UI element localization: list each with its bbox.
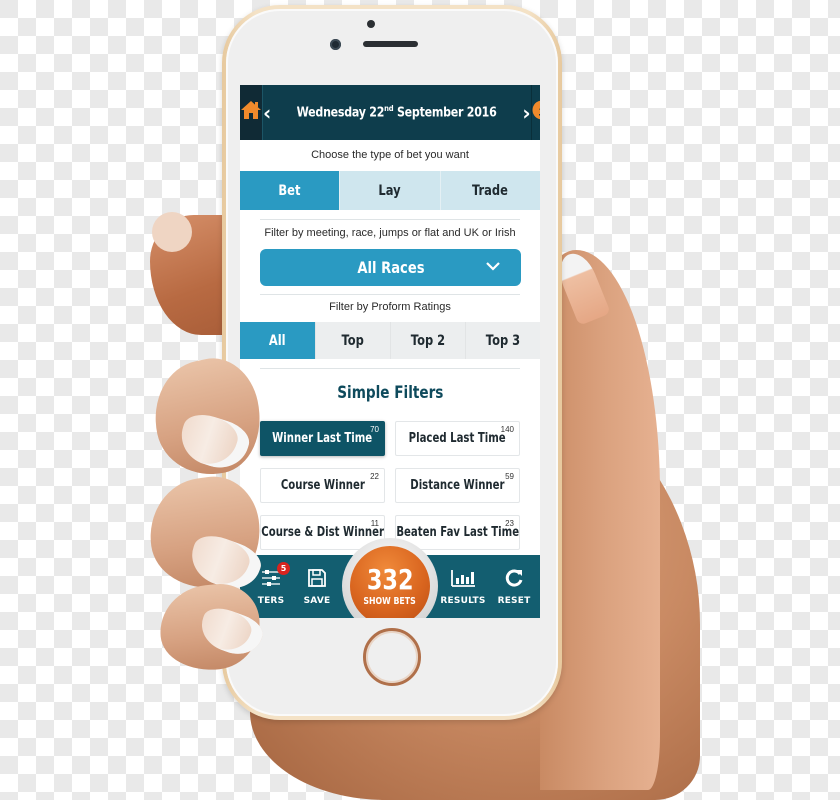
divider: [260, 368, 520, 369]
save-label: SAVE: [304, 596, 331, 606]
tab-trade[interactable]: Trade: [440, 171, 540, 210]
save-button[interactable]: SAVE: [298, 555, 336, 618]
tab-trade-label: Trade: [472, 183, 508, 199]
tab-lay[interactable]: Lay: [339, 171, 439, 210]
tab-bet-label: Bet: [279, 183, 301, 199]
tab-rating-top-3-label: Top 3: [486, 333, 520, 349]
date-month-year: September 2016: [397, 106, 497, 121]
date-suffix: nd: [384, 104, 393, 113]
filter-label: Distance Winner: [410, 478, 504, 493]
reset-button[interactable]: RESET: [492, 555, 536, 618]
race-filter-caption: Filter by meeting, race, jumps or flat a…: [240, 227, 540, 239]
filter-placed-last-time[interactable]: Placed Last Time 140: [395, 421, 520, 456]
divider: [260, 219, 520, 220]
filter-count: 23: [505, 519, 514, 528]
tab-lay-label: Lay: [379, 183, 401, 199]
results-label: RESULTS: [440, 596, 485, 606]
tab-bet[interactable]: Bet: [240, 171, 339, 210]
tab-rating-all-label: All: [269, 333, 286, 349]
floppy-disk-icon: [307, 568, 327, 593]
ratings-caption: Filter by Proform Ratings: [240, 301, 540, 313]
filter-label: Beaten Fav Last Time: [396, 525, 519, 540]
thumb-nail: [152, 212, 192, 252]
bet-count: 332: [367, 566, 414, 594]
filter-label: Placed Last Time: [409, 431, 506, 446]
tab-rating-top[interactable]: Top: [315, 322, 390, 359]
bet-type-tabs: Bet Lay Trade: [240, 171, 540, 210]
info-icon: [532, 100, 540, 125]
show-bets-button[interactable]: 332 SHOW BETS: [350, 546, 430, 618]
divider: [260, 294, 520, 295]
filter-count: 11: [371, 519, 379, 528]
proximity-sensor: [367, 20, 375, 28]
chevron-down-icon: [485, 259, 501, 277]
filter-course-winner[interactable]: Course Winner 22: [260, 468, 385, 503]
sliders-icon: 5: [260, 568, 282, 593]
ratings-tabs: All Top Top 2 Top 3: [240, 322, 540, 359]
bar-chart-icon: [450, 568, 476, 593]
app-screen: ‹ Wednesday 22nd September 2016 › Choose…: [240, 85, 540, 618]
simple-filters-title: Simple Filters: [240, 383, 540, 403]
race-filter-dropdown[interactable]: All Races: [260, 249, 521, 286]
tab-rating-top-2[interactable]: Top 2: [390, 322, 465, 359]
chevron-right-icon[interactable]: ›: [522, 103, 530, 123]
tab-rating-top-label: Top: [342, 333, 364, 349]
tab-rating-top-3[interactable]: Top 3: [465, 322, 540, 359]
front-camera: [330, 39, 341, 50]
home-icon: [240, 100, 262, 125]
refresh-icon: [504, 568, 524, 593]
race-filter-value: All Races: [357, 258, 424, 277]
filter-count: 59: [505, 472, 514, 481]
home-nav-button[interactable]: [240, 85, 263, 140]
reset-label: RESET: [498, 596, 531, 606]
filter-count: 70: [370, 425, 379, 434]
filters-badge: 5: [277, 562, 290, 575]
home-button[interactable]: [363, 628, 421, 686]
tab-rating-top-2-label: Top 2: [411, 333, 445, 349]
date-day: Wednesday 22: [297, 106, 385, 121]
filter-label: Winner Last Time: [272, 431, 372, 446]
filter-count: 22: [370, 472, 379, 481]
filter-winner-last-time[interactable]: Winner Last Time 70: [260, 421, 385, 456]
date-selector: ‹ Wednesday 22nd September 2016 ›: [263, 85, 531, 140]
info-button[interactable]: [531, 85, 540, 140]
bet-type-caption: Choose the type of bet you want: [240, 149, 540, 161]
current-date: Wednesday 22nd September 2016: [297, 104, 497, 120]
simple-filters-title-text: Simple Filters: [337, 383, 443, 403]
filter-label: Course & Dist Winner: [261, 525, 384, 540]
chevron-left-icon[interactable]: ‹: [263, 103, 271, 123]
earpiece-speaker: [363, 41, 418, 47]
filter-distance-winner[interactable]: Distance Winner 59: [395, 468, 520, 503]
filters-label: TERS: [258, 596, 285, 606]
filter-count: 140: [501, 425, 514, 434]
date-header: ‹ Wednesday 22nd September 2016 ›: [240, 85, 540, 140]
tab-rating-all[interactable]: All: [240, 322, 315, 359]
results-button[interactable]: RESULTS: [438, 555, 488, 618]
filter-label: Course Winner: [280, 478, 364, 493]
show-bets-label: SHOW BETS: [364, 596, 416, 607]
